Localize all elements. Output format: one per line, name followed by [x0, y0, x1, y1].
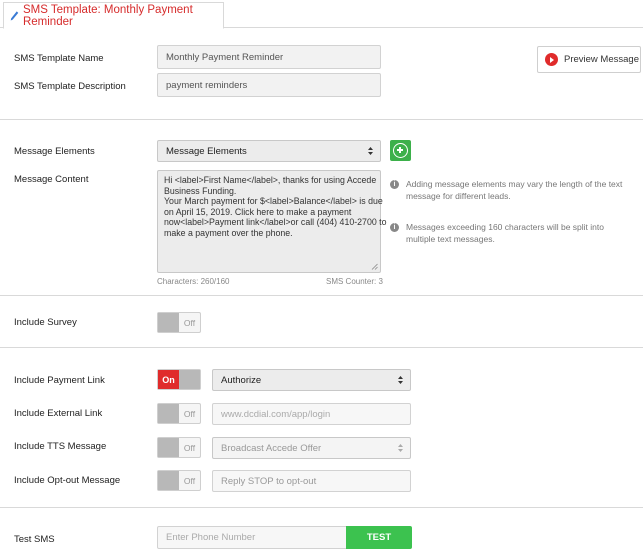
tab-sms-template[interactable]: SMS Template: Monthly Payment Reminder — [3, 2, 224, 29]
info-icon: i — [390, 223, 399, 232]
test-sms-label: Test SMS — [14, 534, 55, 545]
tts-message-value: Broadcast Accede Offer — [221, 442, 322, 454]
template-name-input[interactable]: Monthly Payment Reminder — [157, 45, 381, 69]
tts-message-toggle[interactable]: Off — [157, 437, 201, 458]
plus-circle-icon — [393, 143, 408, 158]
survey-section: Include Survey — [0, 296, 643, 348]
message-elements-label: Message Elements — [14, 146, 95, 157]
toggle-knob — [158, 404, 179, 423]
info-text: Messages exceeding 160 characters will b… — [406, 222, 604, 232]
select-arrows-icon — [398, 376, 403, 384]
toggle-knob — [158, 438, 179, 457]
message-line: Your March payment for $<label>Balance</… — [164, 196, 383, 207]
payment-link-select[interactable]: Authorize — [212, 369, 411, 391]
toggle-knob — [179, 370, 200, 389]
toggle-state: Off — [183, 442, 196, 453]
message-content-textarea[interactable]: Hi <label>First Name</label>, thanks for… — [157, 170, 387, 273]
info-message-length: i Adding message elements may vary the l… — [390, 179, 640, 202]
include-external-link-label: Include External Link — [14, 408, 103, 419]
survey-toggle[interactable]: Off — [157, 312, 201, 333]
preview-message-label: Preview Message — [564, 54, 639, 65]
template-info-section: SMS Template Name Monthly Payment Remind… — [0, 28, 643, 120]
include-opt-out-label: Include Opt-out Message — [14, 475, 121, 486]
info-text: multiple text messages. — [406, 233, 495, 244]
toggle-knob — [158, 313, 179, 332]
include-payment-link-label: Include Payment Link — [14, 375, 105, 386]
opt-out-input[interactable]: Reply STOP to opt-out — [212, 470, 411, 492]
test-button[interactable]: TEST — [346, 526, 412, 549]
resize-grip-icon[interactable] — [371, 263, 378, 270]
toggle-state: On — [158, 370, 179, 389]
payment-link-value: Authorize — [221, 374, 262, 386]
include-tts-message-label: Include TTS Message — [14, 441, 107, 452]
opt-out-toggle[interactable]: Off — [157, 470, 201, 491]
message-line: on April 15, 2019. Click here to make a … — [164, 206, 352, 217]
message-elements-select[interactable]: Message Elements — [157, 140, 381, 162]
toggle-state: Off — [183, 408, 196, 419]
message-elements-value: Message Elements — [166, 145, 247, 157]
template-description-label: SMS Template Description — [14, 81, 126, 92]
external-link-toggle[interactable]: Off — [157, 403, 201, 424]
pencil-icon — [10, 10, 19, 20]
add-element-button[interactable] — [390, 140, 411, 161]
toggle-knob — [158, 471, 179, 490]
include-survey-label: Include Survey — [14, 317, 77, 328]
template-name-label: SMS Template Name — [14, 53, 104, 64]
template-description-input[interactable]: payment reminders — [157, 73, 381, 97]
tab-title: SMS Template: Monthly Payment Reminder — [22, 3, 193, 28]
tts-message-select[interactable]: Broadcast Accede Offer — [212, 437, 411, 459]
preview-message-button[interactable]: Preview Message — [537, 46, 641, 73]
info-message-split: i Messages exceeding 160 characters will… — [390, 222, 640, 245]
tab-bar: SMS Template: Monthly Payment Reminder — [0, 0, 643, 29]
select-arrows-icon — [368, 147, 373, 155]
info-text: message for different leads. — [406, 190, 511, 201]
message-line: Hi <label>First Name</label>, thanks for… — [164, 175, 377, 185]
phone-number-input[interactable]: Enter Phone Number — [157, 526, 347, 549]
play-icon — [545, 53, 558, 66]
sms-counter: SMS Counter: 3 — [326, 277, 383, 286]
message-line: Business Funding. — [164, 185, 237, 196]
characters-count: Characters: 260/160 — [157, 277, 230, 286]
info-text: Adding message elements may vary the len… — [406, 179, 623, 189]
message-line: now<label>Payment link</label>or call (4… — [164, 217, 387, 228]
message-content-label: Message Content — [14, 174, 89, 185]
payment-link-toggle[interactable]: On — [157, 369, 201, 390]
toggle-state: Off — [183, 317, 196, 328]
message-line: make a payment over the phone. — [164, 227, 293, 238]
external-link-input[interactable]: www.dcdial.com/app/login — [212, 403, 411, 425]
toggle-state: Off — [183, 475, 196, 486]
select-arrows-icon — [398, 444, 403, 452]
info-icon: i — [390, 180, 399, 189]
